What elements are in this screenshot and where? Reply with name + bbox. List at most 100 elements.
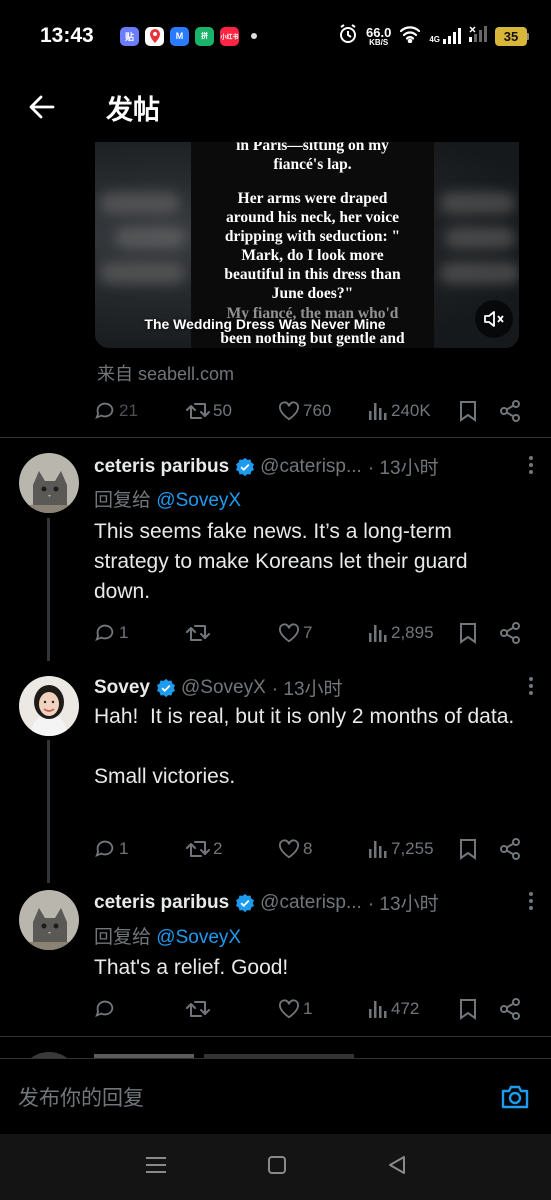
reply-header: ceteris paribus @caterisp... · 13小时 [94,453,534,480]
back-nav-button[interactable] [387,1155,407,1180]
bookmark-button[interactable] [459,998,477,1020]
avatar-woman[interactable] [19,676,79,736]
avatar-cat[interactable] [19,453,79,513]
repost-button[interactable] [186,998,213,1020]
author-handle[interactable]: @caterisp... [260,456,362,478]
reply-button[interactable]: 21 [94,400,138,422]
system-navigation-bar [0,1134,551,1200]
views-button[interactable]: 2,895 [368,623,434,643]
share-button[interactable] [499,838,521,860]
author-name[interactable]: Sovey [94,677,150,699]
verified-badge-icon [235,893,255,913]
like-button[interactable]: 7 [278,623,312,643]
repost-button[interactable] [186,622,213,644]
cell-signal-icon: 4G [429,28,461,44]
timestamp: · 13小时 [367,458,439,479]
avatar-cat[interactable] [19,890,79,950]
bookmark-button[interactable] [459,622,477,644]
like-button[interactable]: 760 [278,401,331,421]
reply-actions: 1 7 2,895 [94,618,534,648]
reply-icon [95,1000,114,1018]
arrow-left-icon [29,95,55,119]
reply-button[interactable]: 1 [94,622,128,644]
app-icon-blue: 贴 [120,26,139,46]
home-button[interactable] [267,1155,287,1180]
views-chart-icon [369,625,387,642]
cell-signal-2-icon [469,25,487,47]
map-pin-icon [145,26,164,46]
tweet-text: Hah! It is real, but it is only 2 months… [94,705,515,788]
share-button[interactable] [499,998,521,1020]
status-right: 66.0 KB/S 4G 35 [338,23,529,49]
mute-button[interactable] [475,300,513,338]
reply-actions: 1 472 [94,994,534,1024]
views-button[interactable]: 240K [368,401,431,421]
reply-input[interactable]: 发布你的回复 [18,1082,144,1112]
author-name[interactable]: ceteris paribus [94,892,229,914]
repost-button[interactable]: 50 [186,400,232,422]
link-card-media[interactable]: in Paris—sitting on my fiancé's lap. Her… [95,142,519,348]
reply-button[interactable]: 1 [94,838,128,860]
mention-link[interactable]: @SoveyX [156,927,241,948]
bookmark-button[interactable] [459,838,477,860]
menu-lines-icon [145,1156,166,1173]
reply-icon [95,624,114,642]
views-button[interactable]: 7,255 [368,839,434,859]
story-line: Mark, do I look more [241,247,384,264]
share-icon [500,400,520,422]
link-source[interactable]: 来自 seabell.com [97,360,234,386]
square-home-icon [267,1155,286,1174]
story-line: June does?" [271,285,354,302]
camera-button[interactable] [497,1079,533,1115]
more-options-button[interactable] [528,676,534,702]
recent-apps-button[interactable] [145,1156,167,1179]
share-icon [500,838,520,860]
triangle-back-icon [388,1155,405,1174]
author-handle[interactable]: @caterisp... [260,892,362,914]
reply-button[interactable] [94,998,119,1020]
mention-link[interactable]: @SoveyX [156,490,241,511]
like-button[interactable]: 8 [278,839,312,859]
more-vertical-icon [529,677,533,695]
bookmark-icon [460,999,476,1020]
verified-badge-icon [235,457,255,477]
battery-icon: 35 [495,26,529,46]
volume-muted-icon [484,311,504,327]
back-button[interactable] [12,77,72,137]
story-line: Her arms were draped [237,190,388,207]
more-vertical-icon [529,456,533,474]
story-line: dripping with seduction: " [224,228,401,245]
media-caption: The Wedding Dress Was Never Mine [144,316,386,332]
bookmark-icon [460,623,476,644]
status-bar: 13:43 贴 M 拼 小红书 66.0 KB/S 4G 35 [0,0,551,72]
bookmark-button[interactable] [459,400,477,422]
bookmark-icon [460,401,476,422]
reply-actions: 1 2 8 7,255 [94,834,534,864]
heart-icon [279,401,299,421]
story-line: beautiful in this dress than [224,266,401,283]
status-time: 13:43 [40,24,94,47]
reply-header: ceteris paribus @caterisp... · 13小时 [94,889,534,916]
heart-icon [279,839,299,859]
views-button[interactable]: 472 [368,999,419,1019]
like-button[interactable]: 1 [278,999,312,1019]
more-options-button[interactable] [528,891,534,917]
share-button[interactable] [499,622,521,644]
page-title: 发帖 [106,94,160,125]
repost-icon [186,1001,210,1017]
tweet-text: This seems fake news. It’s a long-term s… [94,520,474,603]
reply-to: 回复给 @SoveyX [94,927,242,948]
story-line: around his neck, her voice [226,209,399,226]
share-button[interactable] [499,400,521,422]
views-chart-icon [369,841,387,858]
app-icon-m: M [170,26,189,46]
author-handle[interactable]: @SoveyX [181,677,266,699]
story-line: fiancé's lap. [273,156,352,173]
more-vertical-icon [529,892,533,910]
more-options-button[interactable] [528,455,534,481]
main-tweet-actions: 21 50 760 240K [94,396,534,426]
reply-compose-bar: 发布你的回复 [0,1058,551,1134]
author-name[interactable]: ceteris paribus [94,456,229,478]
repost-button[interactable]: 2 [186,838,222,860]
story-line: in Paris—sitting on my [236,142,389,154]
